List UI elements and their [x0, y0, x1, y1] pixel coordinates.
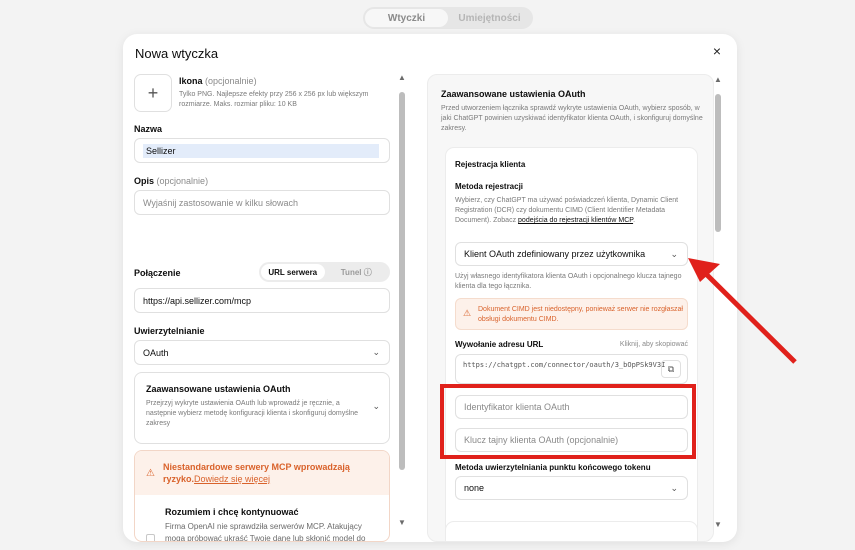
token-method-label: Metoda uwierzytelniania punktu końcowego… [455, 463, 651, 472]
method-desc: Wybierz, czy ChatGPT ma używać poświadcz… [455, 197, 679, 224]
copy-icon[interactable]: ⧉ [661, 360, 681, 378]
close-icon[interactable]: × [710, 44, 724, 58]
scroll-thumb[interactable] [715, 94, 721, 232]
cimd-warning: ⚠ Dokument CIMD jest niedostępny, poniew… [455, 298, 688, 330]
auth-select[interactable]: OAuth ⌄ [134, 340, 390, 365]
scroll-up-icon[interactable]: ▲ [714, 76, 722, 84]
callback-url: https://chatgpt.com/connector/oauth/3_bO… [463, 361, 666, 369]
description-input[interactable]: Wyjaśnij zastosowanie w kilku słowach [134, 190, 390, 215]
advanced-title: Zaawansowane ustawienia OAuth [146, 384, 291, 394]
tab-plugins[interactable]: Wtyczki [365, 9, 448, 27]
registration-method-select[interactable]: Klient OAuth zdefiniowany przez użytkown… [455, 242, 688, 266]
scroll-down-icon[interactable]: ▼ [714, 521, 722, 529]
scopes-card [445, 521, 698, 541]
new-plugin-modal: Nowa wtyczka × + Ikona (opcjonalnie) Tyl… [123, 34, 737, 542]
token-method-select[interactable]: none ⌄ [455, 476, 688, 500]
callback-url-field[interactable]: https://chatgpt.com/connector/oauth/3_bO… [455, 354, 688, 384]
warning-icon: ⚠ [463, 308, 472, 318]
left-column: + Ikona (opcjonalnie) Tylko PNG. Najleps… [123, 72, 393, 542]
method-hint: Użyj własnego identyfikatora klienta OAu… [455, 273, 682, 290]
method-label: Metoda rejestracji [455, 182, 524, 191]
tab-server-url[interactable]: URL serwera [261, 264, 325, 280]
cimd-warning-text: Dokument CIMD jest niedostępny, ponieważ… [478, 306, 683, 323]
server-url-input[interactable]: https://api.sellizer.com/mcp [134, 288, 390, 313]
risk-warning-box: ⚠ Niestandardowe serwery MCP wprowadzają… [134, 450, 390, 542]
auth-label: Uwierzytelnianie [134, 326, 205, 336]
tab-tunnel[interactable]: Tunel ⓘ [325, 264, 389, 280]
consent-title: Rozumiem i chcę kontynuować [165, 507, 299, 517]
left-scrollbar[interactable]: ▲ ▼ [398, 74, 406, 527]
chevron-down-icon: ⌄ [372, 347, 380, 357]
icon-upload-button[interactable]: + [134, 74, 172, 112]
scroll-up-icon[interactable]: ▲ [398, 74, 406, 82]
consent-checkbox[interactable] [146, 534, 155, 541]
scroll-down-icon[interactable]: ▼ [398, 519, 406, 527]
consent-desc: Firma OpenAI nie sprawdziła serwerów MCP… [165, 522, 366, 542]
oauth-panel-title: Zaawansowane ustawienia OAuth [441, 89, 586, 99]
client-registration-card: Rejestracja klienta Metoda rejestracji W… [445, 147, 698, 537]
chevron-down-icon: ⌄ [670, 248, 678, 259]
mcp-registration-link[interactable]: podejścia do rejestracji klientów MCP [518, 217, 633, 224]
warning-icon: ⚠ [146, 468, 155, 479]
tab-skills[interactable]: Umiejętności [448, 9, 531, 27]
copy-hint: Kliknij, aby skopiować [619, 341, 688, 348]
modal-title: Nowa wtyczka [135, 46, 219, 61]
name-label: Nazwa [134, 124, 163, 134]
plus-icon: + [147, 82, 159, 103]
top-tab-bar: Wtyczki Umiejętności [363, 7, 533, 29]
registration-title: Rejestracja klienta [455, 160, 526, 169]
risk-warning-banner: ⚠ Niestandardowe serwery MCP wprowadzają… [135, 451, 389, 495]
right-scrollbar[interactable]: ▲ ▼ [714, 76, 722, 529]
oauth-panel-desc: Przed utworzeniem łącznika sprawdź wykry… [441, 105, 703, 132]
name-value: Sellizer [143, 143, 379, 158]
icon-label: Ikona (opcjonalnie) [179, 76, 257, 86]
callback-label: Wywołanie adresu URL [455, 340, 544, 349]
oauth-settings-panel: Zaawansowane ustawienia OAuth Przed utwo… [427, 74, 714, 542]
highlight-box [440, 384, 696, 459]
advanced-oauth-toggle[interactable]: Zaawansowane ustawienia OAuth Przejrzyj … [134, 372, 390, 444]
icon-hint: Tylko PNG. Najlepsze efekty przy 256 x 2… [179, 91, 369, 108]
chevron-down-icon: ⌄ [670, 482, 678, 493]
scroll-thumb[interactable] [399, 92, 405, 470]
learn-more-link[interactable]: Dowiedz się więcej [194, 474, 270, 484]
connection-label: Połączenie [134, 268, 181, 278]
description-label: Opis (opcjonalnie) [134, 176, 209, 186]
connection-tabs: URL serwera Tunel ⓘ [259, 262, 390, 282]
risk-warning-text: Niestandardowe serwery MCP wprowadzają r… [163, 462, 350, 484]
advanced-desc: Przejrzyj wykryte ustawienia OAuth lub w… [146, 400, 359, 427]
chevron-down-icon: ⌄ [372, 401, 380, 411]
name-input[interactable]: Sellizer [134, 138, 390, 163]
